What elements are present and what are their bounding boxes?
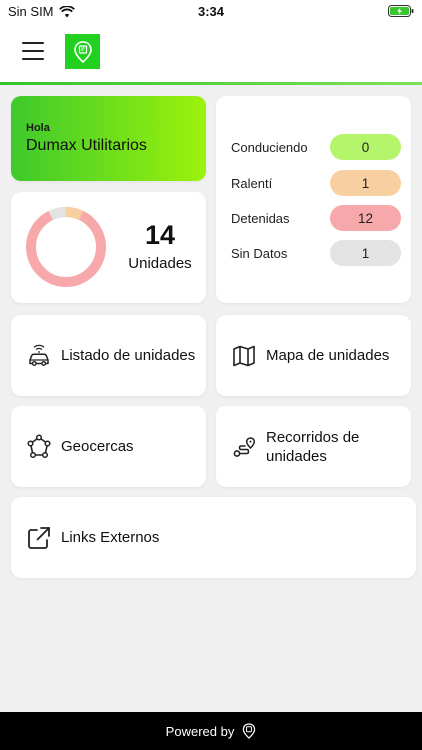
status-label: Ralentí <box>231 175 273 191</box>
units-map-button[interactable]: Mapa de unidades <box>216 315 411 396</box>
brand-logo-icon <box>243 723 256 739</box>
routes-button[interactable]: Recorridos de unidades <box>216 406 411 487</box>
geofences-button[interactable]: Geocercas <box>11 406 206 487</box>
car-signal-icon <box>29 344 49 367</box>
footer: Powered by <box>0 712 422 750</box>
app-bar <box>0 22 422 82</box>
hamburger-menu-icon[interactable] <box>22 42 44 60</box>
status-count-badge: 1 <box>330 240 401 266</box>
status-row-driving[interactable]: Conduciendo 0 <box>231 133 401 161</box>
greeting-card: Hola Dumax Utilitarios <box>11 96 206 181</box>
units-list-label: Listado de unidades <box>61 347 196 364</box>
status-count-badge: 1 <box>330 170 401 196</box>
status-summary-card: Conduciendo 0 Ralentí 1 Detenidas 12 Sin… <box>216 96 411 303</box>
map-icon <box>233 345 255 367</box>
status-row-stopped[interactable]: Detenidas 12 <box>231 204 401 232</box>
units-label: Unidades <box>128 255 192 272</box>
battery-charging-icon <box>388 5 414 20</box>
status-label: Conduciendo <box>231 139 308 155</box>
units-summary-card[interactable]: 14 Unidades <box>11 192 206 303</box>
app-logo-icon <box>65 34 100 69</box>
geofence-polygon-icon <box>27 434 51 459</box>
powered-by-text: Powered by <box>165 723 235 739</box>
status-row-no-data[interactable]: Sin Datos 1 <box>231 239 401 267</box>
status-count-badge: 12 <box>330 205 401 231</box>
status-bar: Sin SIM 3:34 <box>0 0 422 22</box>
units-count: 14 <box>144 220 176 250</box>
clock: 3:34 <box>197 4 225 19</box>
status-row-idle[interactable]: Ralentí 1 <box>231 169 401 197</box>
units-donut-chart <box>25 207 106 288</box>
status-label: Sin Datos <box>231 245 288 261</box>
external-links-button[interactable]: Links Externos <box>11 497 416 578</box>
external-links-label: Links Externos <box>61 529 160 546</box>
external-link-icon <box>28 527 50 549</box>
route-icon <box>233 437 256 457</box>
routes-label: Recorridos de unidades <box>266 428 360 465</box>
client-name: Dumax Utilitarios <box>26 137 147 154</box>
greeting-text: Hola <box>26 122 50 134</box>
app-bar-accent-line <box>0 82 422 85</box>
geofences-label: Geocercas <box>61 438 134 455</box>
status-label: Detenidas <box>231 210 290 226</box>
units-map-label: Mapa de unidades <box>266 347 390 364</box>
units-list-button[interactable]: Listado de unidades <box>11 315 206 396</box>
status-count-badge: 0 <box>330 134 401 160</box>
